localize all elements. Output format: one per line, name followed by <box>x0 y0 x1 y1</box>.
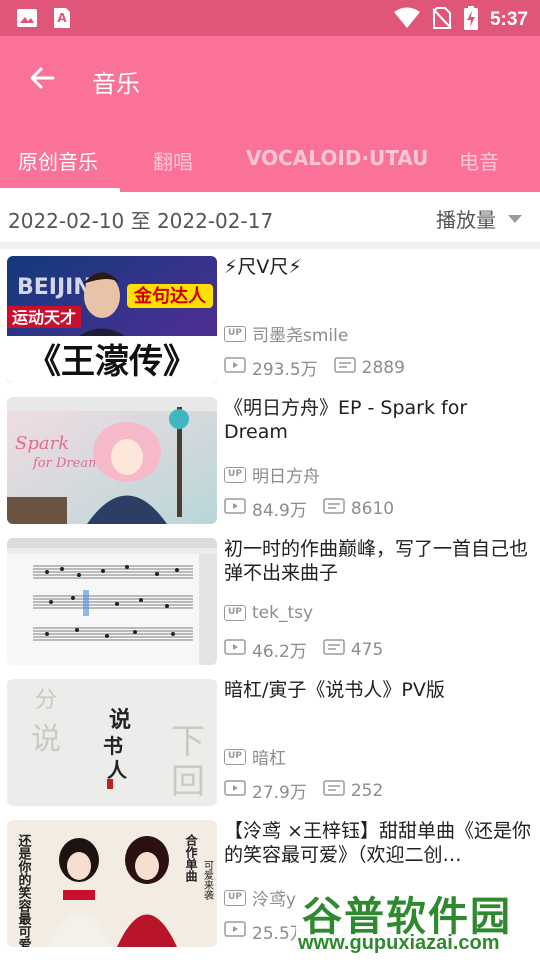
video-stats: 293.5万 2889 <box>224 355 421 380</box>
play-count-icon <box>224 498 246 519</box>
thumb-text: 下 <box>171 722 205 762</box>
clock-time: 5:37 <box>489 9 528 30</box>
uploader-row[interactable]: UP 暗杠 <box>224 744 286 769</box>
up-badge-icon: UP <box>224 889 246 906</box>
list-item[interactable]: 分 说 说 书 人 下 回 暗杠/寅子《说书人》PV版 UP 暗杠 27.9万 … <box>0 672 540 813</box>
image-icon <box>16 7 38 33</box>
thumb-text: 分 <box>35 688 57 713</box>
video-title: ⚡尺V尺⚡ <box>224 256 302 278</box>
play-count-icon <box>224 780 246 801</box>
list-item[interactable]: 初一时的作曲巅峰，写了一首自己也弹不出来曲子 UP tek_tsy 46.2万 … <box>0 531 540 672</box>
play-count-icon <box>224 357 246 378</box>
thumb-text: Spark <box>15 433 69 454</box>
play-count: 84.9万 <box>252 501 307 521</box>
up-badge-icon: UP <box>224 605 246 621</box>
uploader-name: tek_tsy <box>252 603 314 623</box>
danmaku-count-icon <box>333 357 356 378</box>
list-item[interactable]: Spark for Dream 《明日方舟》EP - Spark for Dre… <box>0 390 540 531</box>
thumb-text: 回 <box>171 762 205 802</box>
video-title: 暗杠/寅子《说书人》PV版 <box>224 679 445 701</box>
uploader-name: 泠鸢y <box>252 890 297 910</box>
danmaku-count: 2889 <box>361 357 405 378</box>
wifi-icon <box>393 7 420 33</box>
danmaku-count: 8610 <box>350 498 395 519</box>
up-badge-icon: UP <box>224 325 246 342</box>
thumb-text: 合作单曲 <box>184 833 198 883</box>
watermark-url: www.gupuxiazai.com <box>298 932 500 954</box>
danmaku-count-icon <box>323 780 345 801</box>
video-stats: 46.2万 475 <box>224 637 399 662</box>
uploader-row[interactable]: UP 司墨尧smile <box>224 321 348 346</box>
tab-cover[interactable]: 翻唱 <box>153 146 193 175</box>
thumb-text: 说 <box>31 722 61 757</box>
thumb-text: 人 <box>107 758 128 782</box>
up-badge-icon: UP <box>224 466 246 483</box>
arrow-left-icon <box>29 65 55 95</box>
text-a-icon: A <box>52 7 72 33</box>
tab-vocaloid-utau[interactable]: VOCALOID·UTAU <box>246 146 428 170</box>
video-thumbnail: Spark for Dream <box>7 397 217 524</box>
date-range-label[interactable]: 2022-02-10 至 2022-02-17 <box>8 205 273 234</box>
play-count: 46.2万 <box>252 642 307 662</box>
up-badge-icon: UP <box>224 748 246 765</box>
danmaku-count: 475 <box>350 639 384 660</box>
caret-down-icon <box>508 209 522 228</box>
video-title: 【泠鸢 ×王梓钰】甜甜单曲《还是你的笑容最可爱》（欢迎二创… <box>224 820 531 866</box>
video-thumbnail: BEIJIN 金句达人 运动天才 《王濛传》 <box>7 256 217 383</box>
sort-dropdown[interactable]: 播放量 <box>436 204 522 233</box>
thumb-text: BEIJIN <box>17 275 92 300</box>
sort-label: 播放量 <box>436 208 496 232</box>
status-bar: A 5:37 <box>0 0 540 36</box>
thumb-text: 说 <box>109 707 131 733</box>
thumb-text: for Dream <box>32 456 100 471</box>
back-button[interactable] <box>22 60 62 100</box>
danmaku-count: 252 <box>350 780 384 801</box>
uploader-row[interactable]: UP 泠鸢y <box>224 885 296 910</box>
section-divider <box>0 242 540 249</box>
video-thumbnail: 还是你的笑容最可爱 合作单曲 可爱来袭 <box>7 820 217 947</box>
video-thumbnail <box>7 538 217 665</box>
svg-text:A: A <box>57 11 67 25</box>
thumb-text: 运动天才 <box>12 308 76 327</box>
tab-original-music[interactable]: 原创音乐 <box>18 146 98 175</box>
video-stats: 27.9万 252 <box>224 778 399 803</box>
site-watermark: 谷普软件园 www.gupuxiazai.com <box>296 884 540 960</box>
thumb-text: 还是你的笑容最可爱 <box>16 833 33 947</box>
uploader-name: 暗杠 <box>252 749 286 769</box>
play-count-icon <box>224 921 246 942</box>
toolbar-header: 音乐 原创音乐 翻唱 VOCALOID·UTAU 电音 <box>0 36 540 192</box>
uploader-name: 司墨尧smile <box>252 326 349 346</box>
thumb-text: 书 <box>103 734 123 758</box>
danmaku-count-icon <box>323 639 345 660</box>
category-tabs: 原创音乐 翻唱 VOCALOID·UTAU 电音 <box>0 136 540 192</box>
play-count: 27.9万 <box>252 783 307 803</box>
thumb-text: 可爱来袭 <box>202 860 214 901</box>
list-item[interactable]: BEIJIN 金句达人 运动天才 《王濛传》 ⚡尺V尺⚡ UP 司墨尧smile… <box>0 249 540 390</box>
play-count: 293.5万 <box>252 360 318 380</box>
danmaku-count-icon <box>323 498 345 519</box>
uploader-row[interactable]: UP tek_tsy <box>224 603 313 623</box>
tab-electronic[interactable]: 电音 <box>459 146 499 175</box>
video-title: 初一时的作曲巅峰，写了一首自己也弹不出来曲子 <box>224 538 529 584</box>
video-title: 《明日方舟》EP - Spark for Dream <box>224 397 468 443</box>
no-sim-icon <box>432 7 452 33</box>
page-title: 音乐 <box>92 70 140 98</box>
play-count-icon <box>224 639 246 660</box>
video-thumbnail: 分 说 说 书 人 下 回 <box>7 679 217 806</box>
thumb-text: 《王濛传》 <box>27 342 197 382</box>
filter-bar: 2022-02-10 至 2022-02-17 播放量 <box>0 192 540 242</box>
battery-charging-icon <box>463 6 478 34</box>
video-stats: 84.9万 8610 <box>224 496 410 521</box>
thumb-text: 金句达人 <box>133 285 207 307</box>
uploader-row[interactable]: UP 明日方舟 <box>224 462 320 487</box>
uploader-name: 明日方舟 <box>252 467 320 487</box>
